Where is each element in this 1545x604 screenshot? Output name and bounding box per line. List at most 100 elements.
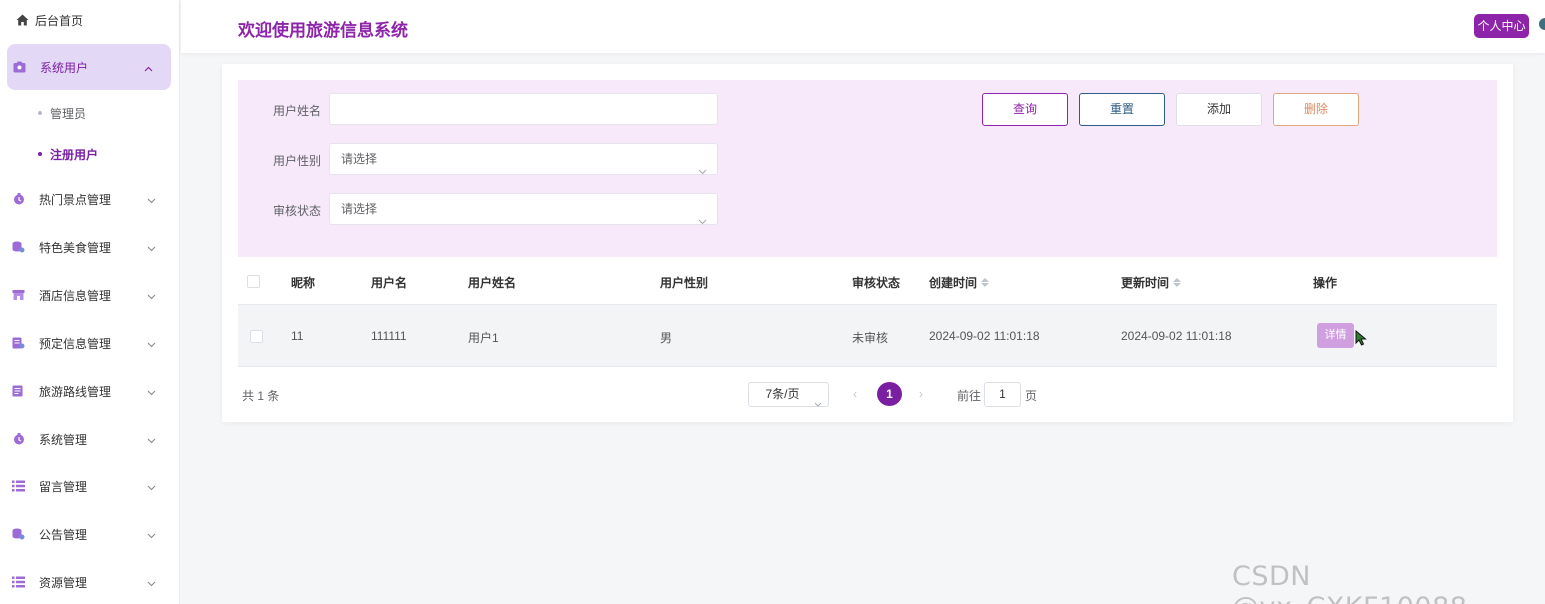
search-filter-panel: 用户姓名 用户性别 请选择 审核状态 请选择 查询 重置 添加 删除 <box>238 80 1497 257</box>
watermark: CSDN @vx_CXKF10088 <box>1232 561 1467 604</box>
sidebar-subitem-label: 注册用户 <box>50 147 99 162</box>
sidebar-item-resources[interactable]: 资源管理 <box>12 573 162 591</box>
sidebar-item-label: 资源管理 <box>39 575 88 590</box>
users-table: 昵称 用户名 用户姓名 用户性别 审核状态 创建时间 更新时间 操作 11 11… <box>238 257 1497 367</box>
goto-page-input[interactable]: 1 <box>984 382 1021 407</box>
cell-nickname: 11 <box>291 329 304 343</box>
query-button[interactable]: 查询 <box>982 93 1068 126</box>
notice-icon <box>12 528 25 541</box>
sidebar-item-label: 系统用户 <box>40 60 89 75</box>
bullet-dot <box>38 111 42 115</box>
page-number-current[interactable]: 1 <box>877 382 902 406</box>
delete-button[interactable]: 删除 <box>1273 93 1359 126</box>
status-select-placeholder: 请选择 <box>341 202 378 216</box>
sidebar-subitem-registered-users[interactable]: 注册用户 <box>38 146 98 162</box>
column-header-realname[interactable]: 用户姓名 <box>468 274 516 291</box>
status-filter-label: 审核状态 <box>272 204 321 218</box>
route-icon <box>12 385 25 398</box>
sidebar-item-spots[interactable]: 热门景点管理 <box>12 190 162 208</box>
chevron-down-icon <box>147 480 156 494</box>
column-header-username[interactable]: 用户名 <box>371 274 407 291</box>
booking-icon <box>12 337 25 350</box>
page-size-value: 7条/页 <box>765 387 800 401</box>
chevron-down-icon <box>698 206 707 236</box>
chevron-down-icon <box>698 156 707 186</box>
name-filter-label: 用户姓名 <box>272 104 321 118</box>
sidebar-item-routes[interactable]: 旅游路线管理 <box>12 382 162 400</box>
chevron-down-icon <box>147 528 156 542</box>
name-filter-input[interactable] <box>329 93 718 125</box>
sidebar-home[interactable]: 后台首页 <box>16 12 83 28</box>
bullet-dot <box>38 152 42 156</box>
sidebar-item-label: 公告管理 <box>39 527 88 542</box>
goto-prefix: 前往 <box>957 389 982 403</box>
top-header: 欢迎使用旅游信息系统 个人中心 <box>181 0 1545 53</box>
home-icon <box>16 14 29 27</box>
sidebar-item-food[interactable]: 特色美食管理 <box>12 238 162 256</box>
message-list-icon <box>12 480 25 493</box>
sidebar-item-label: 系统管理 <box>39 432 88 447</box>
sidebar-item-system[interactable]: 系统管理 <box>12 430 162 448</box>
cell-status: 未审核 <box>852 331 889 345</box>
sort-icon[interactable] <box>1173 278 1182 287</box>
page-size-select[interactable]: 7条/页 <box>748 382 829 407</box>
settings-icon <box>12 433 25 446</box>
cell-created: 2024-09-02 11:01:18 <box>929 329 1040 343</box>
detail-button[interactable]: 详情 <box>1317 323 1354 348</box>
sidebar-item-hotel[interactable]: 酒店信息管理 <box>12 286 162 304</box>
sidebar: 后台首页 系统用户 管理员 注册用户 热门景点管理 特色美食管理 酒店信息管理 … <box>0 0 180 604</box>
column-header-created[interactable]: 创建时间 <box>929 274 990 291</box>
table-header: 昵称 用户名 用户姓名 用户性别 审核状态 创建时间 更新时间 操作 <box>238 257 1497 305</box>
hotel-icon <box>12 289 25 302</box>
system-users-icon <box>13 61 26 74</box>
chevron-down-icon <box>147 576 156 590</box>
prev-page-icon[interactable]: ‹ <box>853 387 857 401</box>
sort-icon[interactable] <box>981 278 990 287</box>
cell-gender: 男 <box>660 331 673 345</box>
pagination-total: 共 1 条 <box>242 389 280 403</box>
sidebar-item-label: 酒店信息管理 <box>39 288 112 303</box>
row-checkbox[interactable] <box>250 330 263 343</box>
sidebar-item-label: 特色美食管理 <box>39 240 112 255</box>
gender-filter-label: 用户性别 <box>272 154 321 168</box>
sidebar-item-label: 热门景点管理 <box>39 192 112 207</box>
resource-list-icon <box>12 576 25 589</box>
chevron-down-icon <box>147 337 156 351</box>
chevron-down-icon <box>147 193 156 207</box>
chevron-down-icon <box>814 392 822 415</box>
sidebar-item-label: 预定信息管理 <box>39 336 112 351</box>
sidebar-item-label: 留言管理 <box>39 479 88 494</box>
table-row[interactable]: 11 111111 用户1 男 未审核 2024-09-02 11:01:18 … <box>238 305 1497 367</box>
sidebar-item-system-users[interactable]: 系统用户 <box>7 44 171 90</box>
column-header-updated[interactable]: 更新时间 <box>1121 274 1182 291</box>
sidebar-item-notices[interactable]: 公告管理 <box>12 525 162 543</box>
gender-select-placeholder: 请选择 <box>341 152 378 166</box>
spot-icon <box>12 193 25 206</box>
chevron-down-icon <box>147 289 156 303</box>
reset-button[interactable]: 重置 <box>1079 93 1165 126</box>
sidebar-item-booking[interactable]: 预定信息管理 <box>12 334 162 352</box>
column-header-status[interactable]: 审核状态 <box>852 274 900 291</box>
select-all-checkbox[interactable] <box>247 275 260 288</box>
page-title: 欢迎使用旅游信息系统 <box>238 21 408 40</box>
food-icon <box>12 241 25 254</box>
chevron-up-icon <box>144 61 153 75</box>
sidebar-item-messages[interactable]: 留言管理 <box>12 477 162 495</box>
profile-center-button[interactable]: 个人中心 <box>1474 14 1529 38</box>
chevron-down-icon <box>147 241 156 255</box>
main-card: 用户姓名 用户性别 请选择 审核状态 请选择 查询 重置 添加 删除 昵称 用户… <box>222 64 1513 422</box>
cell-realname: 用户1 <box>468 331 499 345</box>
mouse-cursor-icon <box>1355 329 1367 349</box>
column-header-gender[interactable]: 用户性别 <box>660 274 708 291</box>
cell-updated: 2024-09-02 11:01:18 <box>1121 329 1232 343</box>
sidebar-item-label: 旅游路线管理 <box>39 384 112 399</box>
column-header-nickname[interactable]: 昵称 <box>291 274 315 291</box>
chevron-down-icon <box>147 385 156 399</box>
gender-select[interactable]: 请选择 <box>329 143 718 175</box>
sidebar-subitem-admin[interactable]: 管理员 <box>38 105 86 121</box>
status-select[interactable]: 请选择 <box>329 193 718 225</box>
add-button[interactable]: 添加 <box>1176 93 1262 126</box>
avatar[interactable] <box>1539 18 1545 30</box>
next-page-icon[interactable]: › <box>919 387 923 401</box>
chevron-down-icon <box>147 433 156 447</box>
